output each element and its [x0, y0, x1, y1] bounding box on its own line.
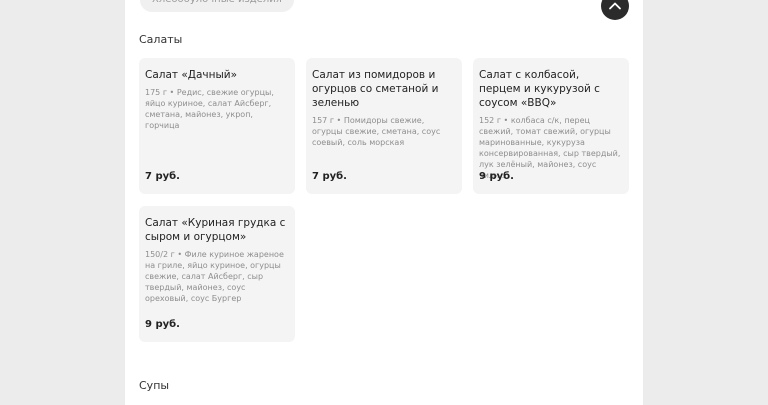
product-description: 150/2 г • Филе куриное жареное на гриле,… — [145, 250, 284, 303]
category-chip-bakery[interactable]: Хлебобулочные изделия — [140, 0, 294, 12]
product-title: Салат «Дачный» — [145, 69, 238, 81]
product-card[interactable]: Салат из помидоров и огурцов со сметаной… — [306, 58, 462, 194]
section-title-soups: Супы — [139, 379, 170, 392]
product-card[interactable]: Салат «Куриная грудка с сыром и огурцом»… — [139, 206, 295, 342]
chevron-up-icon — [609, 2, 621, 10]
section-title-salads: Салаты — [139, 33, 183, 46]
product-title: Салат из помидоров и огурцов со сметаной… — [312, 69, 439, 109]
product-price: 9 руб. — [479, 171, 514, 182]
product-card[interactable]: Салат с колбасой, перцем и кукурузой с с… — [473, 58, 629, 194]
product-card[interactable]: Салат «Дачный» 175 г • Редис, свежие огу… — [139, 58, 295, 194]
product-description: 175 г • Редис, свежие огурцы, яйцо курин… — [145, 88, 274, 130]
product-price: 9 руб. — [145, 319, 180, 330]
product-title: Салат с колбасой, перцем и кукурузой с с… — [479, 69, 600, 109]
product-title: Салат «Куриная грудка с сыром и огурцом» — [145, 217, 286, 243]
product-description: 157 г • Помидоры свежие, огурцы свежие, … — [312, 116, 441, 147]
product-price: 7 руб. — [312, 171, 347, 182]
product-price: 7 руб. — [145, 171, 180, 182]
